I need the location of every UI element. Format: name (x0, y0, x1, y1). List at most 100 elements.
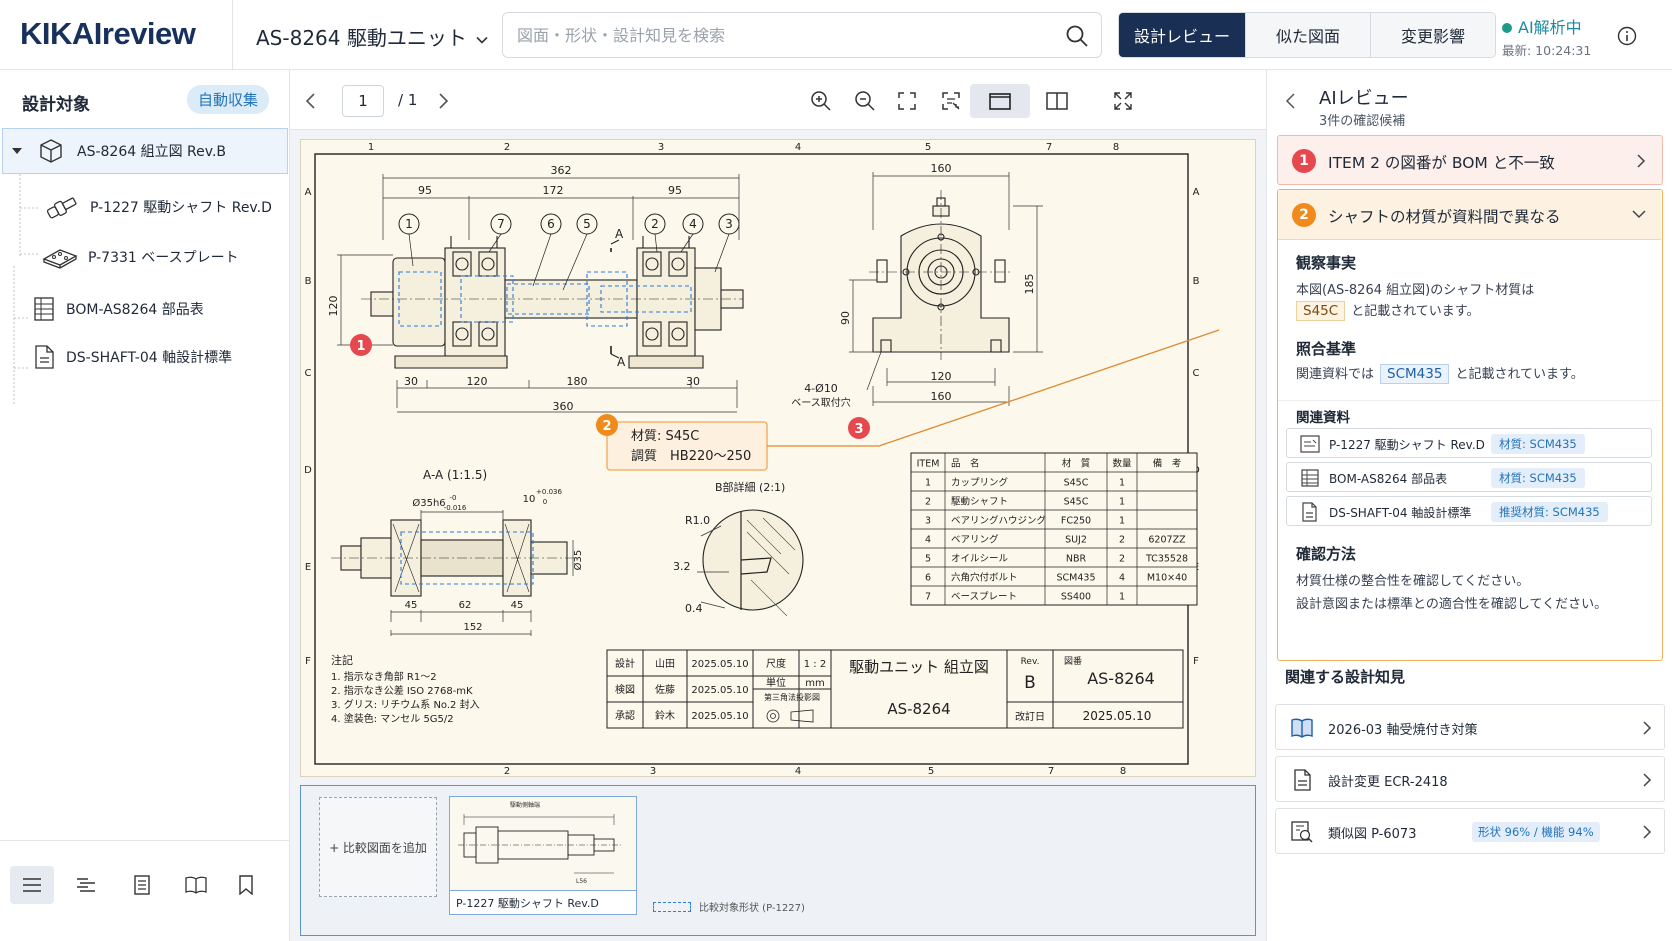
panel-subtitle: 3件の確認候補 (1319, 114, 1406, 129)
fit-view-button[interactable] (890, 84, 924, 118)
dim-text: 3.2 (673, 560, 691, 573)
search-box[interactable] (502, 12, 1102, 58)
collapse-panel-icon[interactable] (1285, 92, 1297, 110)
note-line: 3. グリス: リチウム系 No.2 封入 (331, 698, 480, 711)
tab-similar-drawings[interactable]: 似た図面 (1245, 13, 1370, 57)
app-logo: KIKAIreview (20, 16, 196, 51)
bom-cell: 4 (1119, 573, 1125, 584)
tb-text: 図番 (1064, 655, 1082, 667)
chevron-right-icon (1643, 721, 1652, 735)
page-total: / 1 (398, 91, 418, 109)
knowledge-item-bearing[interactable]: 2026-03 軸受焼付き対策 (1275, 704, 1665, 750)
tab-design-review[interactable]: 設計レビュー (1119, 13, 1245, 57)
front-view (361, 236, 744, 369)
zone-col: 2 (504, 142, 510, 153)
knowledge-view-button[interactable] (174, 866, 218, 904)
hole-note: 4-Ø10 (804, 382, 838, 395)
chevron-down-icon (1632, 210, 1646, 219)
sidebar-item-shaft[interactable]: P-1227 駆動シャフト Rev.D (44, 184, 272, 230)
dim-text: 160 (931, 162, 952, 175)
dim-text: 0 (543, 498, 547, 506)
sidebar-item-label: P-1227 駆動シャフト Rev.D (90, 200, 272, 216)
bom-cell: FC250 (1061, 516, 1091, 527)
note-line: 2. 指示なき公差 ISO 2768-mK (331, 684, 473, 697)
zone-row: A (305, 187, 312, 198)
project-selector[interactable]: AS-8264 駆動ユニット (256, 22, 489, 51)
related-doc-standard[interactable]: DS-SHAFT-04 軸設計標準 推奨材質: SCM435 (1286, 496, 1652, 526)
chevron-right-icon (1643, 825, 1652, 839)
divider (1278, 400, 1661, 401)
sidebar-item-baseplate[interactable]: P-7331 ベースプレート (40, 234, 239, 280)
tb-title: 駆動ユニット 組立図 (849, 658, 989, 676)
split-pane-icon (1046, 92, 1068, 110)
sidebar-item-standard[interactable]: DS-SHAFT-04 軸設計標準 (32, 334, 232, 380)
thumbnail-label: P-1227 駆動シャフト Rev.D (449, 891, 637, 915)
issue-title: ITEM 2 の図番が BOM と不一致 (1328, 154, 1555, 172)
issue-card-2-header[interactable]: 2 シャフトの材質が資料間で異なる (1278, 190, 1661, 240)
marker-text: 2 (602, 419, 611, 434)
bom-cell: NBR (1066, 554, 1087, 565)
expand-caret-icon[interactable] (11, 145, 23, 157)
related-doc-bom[interactable]: BOM-AS8264 部品表 材質: SCM435 (1286, 462, 1652, 492)
observation-line2: S45C と記載されています。 (1296, 300, 1480, 321)
knowledge-item-similar[interactable]: 類似図 P-6073 形状 96% / 機能 94% (1275, 808, 1665, 854)
issue-title: シャフトの材質が資料間で異なる (1328, 208, 1561, 226)
zoom-out-icon (855, 91, 875, 111)
similarity-badge: 形状 96% / 機能 94% (1472, 822, 1600, 842)
knowledge-item-ecr[interactable]: 設計変更 ECR-2418 (1275, 756, 1665, 802)
issue-card-1[interactable]: 1 ITEM 2 の図番が BOM と不一致 (1277, 135, 1663, 185)
sidebar-item-label: P-7331 ベースプレート (88, 250, 239, 266)
bom-cell: 6 (925, 573, 931, 584)
note-line: 1. 指示なき角部 R1～2 (331, 670, 437, 683)
zoom-in-button[interactable] (804, 84, 838, 118)
fullscreen-button[interactable] (1106, 84, 1140, 118)
dim-text: 45 (511, 600, 524, 611)
ai-updated-time: 最新: 10:24:31 (1502, 43, 1592, 58)
issue-number: 2 (1292, 203, 1316, 227)
dim-text: 95 (418, 184, 432, 197)
search-icon[interactable] (1065, 24, 1089, 48)
add-compare-button[interactable]: + 比較図面を追加 (319, 797, 437, 897)
fullscreen-icon (1114, 92, 1132, 110)
outline-view-button[interactable] (64, 866, 108, 904)
document-view-button[interactable] (120, 866, 164, 904)
region-select-button[interactable] (934, 84, 968, 118)
bom-header-cell: ITEM (917, 459, 940, 470)
bom-cell: 1 (1119, 592, 1125, 603)
material-tag-s45c: S45C (1296, 301, 1346, 321)
cube-icon (40, 139, 62, 163)
tab-change-impact[interactable]: 変更影響 (1370, 13, 1495, 57)
zone-col: 3 (650, 766, 656, 777)
bom-cell: M10×40 (1147, 573, 1187, 584)
prev-page-icon[interactable] (304, 92, 318, 110)
auto-collect-badge[interactable]: 自動収集 (187, 85, 270, 114)
split-view-button[interactable] (1040, 84, 1074, 118)
tb-text: mm (805, 678, 824, 689)
sidebar-item-assembly[interactable]: AS-8264 組立図 Rev.B (2, 128, 288, 174)
page-number-input[interactable] (342, 85, 384, 117)
chevron-right-icon (1637, 154, 1646, 168)
bookmark-button[interactable] (224, 866, 268, 904)
related-doc-badge: 材質: SCM435 (1491, 434, 1585, 454)
dim-text: R1.0 (685, 514, 710, 527)
dim-text: 120 (467, 375, 488, 388)
tb-text: 改訂日 (1015, 710, 1045, 723)
projection-symbol (766, 709, 814, 723)
single-view-button[interactable] (970, 84, 1030, 118)
drawing-sheet[interactable]: 1 2 3 4 5 7 8 2 3 4 5 7 8 A B C D E F A … (300, 139, 1256, 777)
knowledge-heading: 関連する設計知見 (1285, 668, 1406, 686)
compare-thumbnail[interactable]: 駆動側軸端 L56 (449, 796, 637, 891)
dim-text: 10 (523, 494, 536, 505)
info-icon[interactable] (1617, 26, 1637, 46)
bom-cell: カップリング (951, 477, 1009, 489)
zoom-out-button[interactable] (848, 84, 882, 118)
dim-text: 180 (567, 375, 588, 388)
list-view-button[interactable] (10, 866, 54, 904)
search-input[interactable] (517, 22, 1057, 48)
related-doc-shaft[interactable]: P-1227 駆動シャフト Rev.D 材質: SCM435 (1286, 428, 1652, 458)
sidebar-toolbar (0, 840, 290, 941)
plate-part-icon (42, 249, 78, 269)
sidebar-item-bom[interactable]: BOM-AS8264 部品表 (32, 286, 204, 332)
next-page-icon[interactable] (436, 92, 450, 110)
tb-text: 承認 (615, 709, 635, 722)
